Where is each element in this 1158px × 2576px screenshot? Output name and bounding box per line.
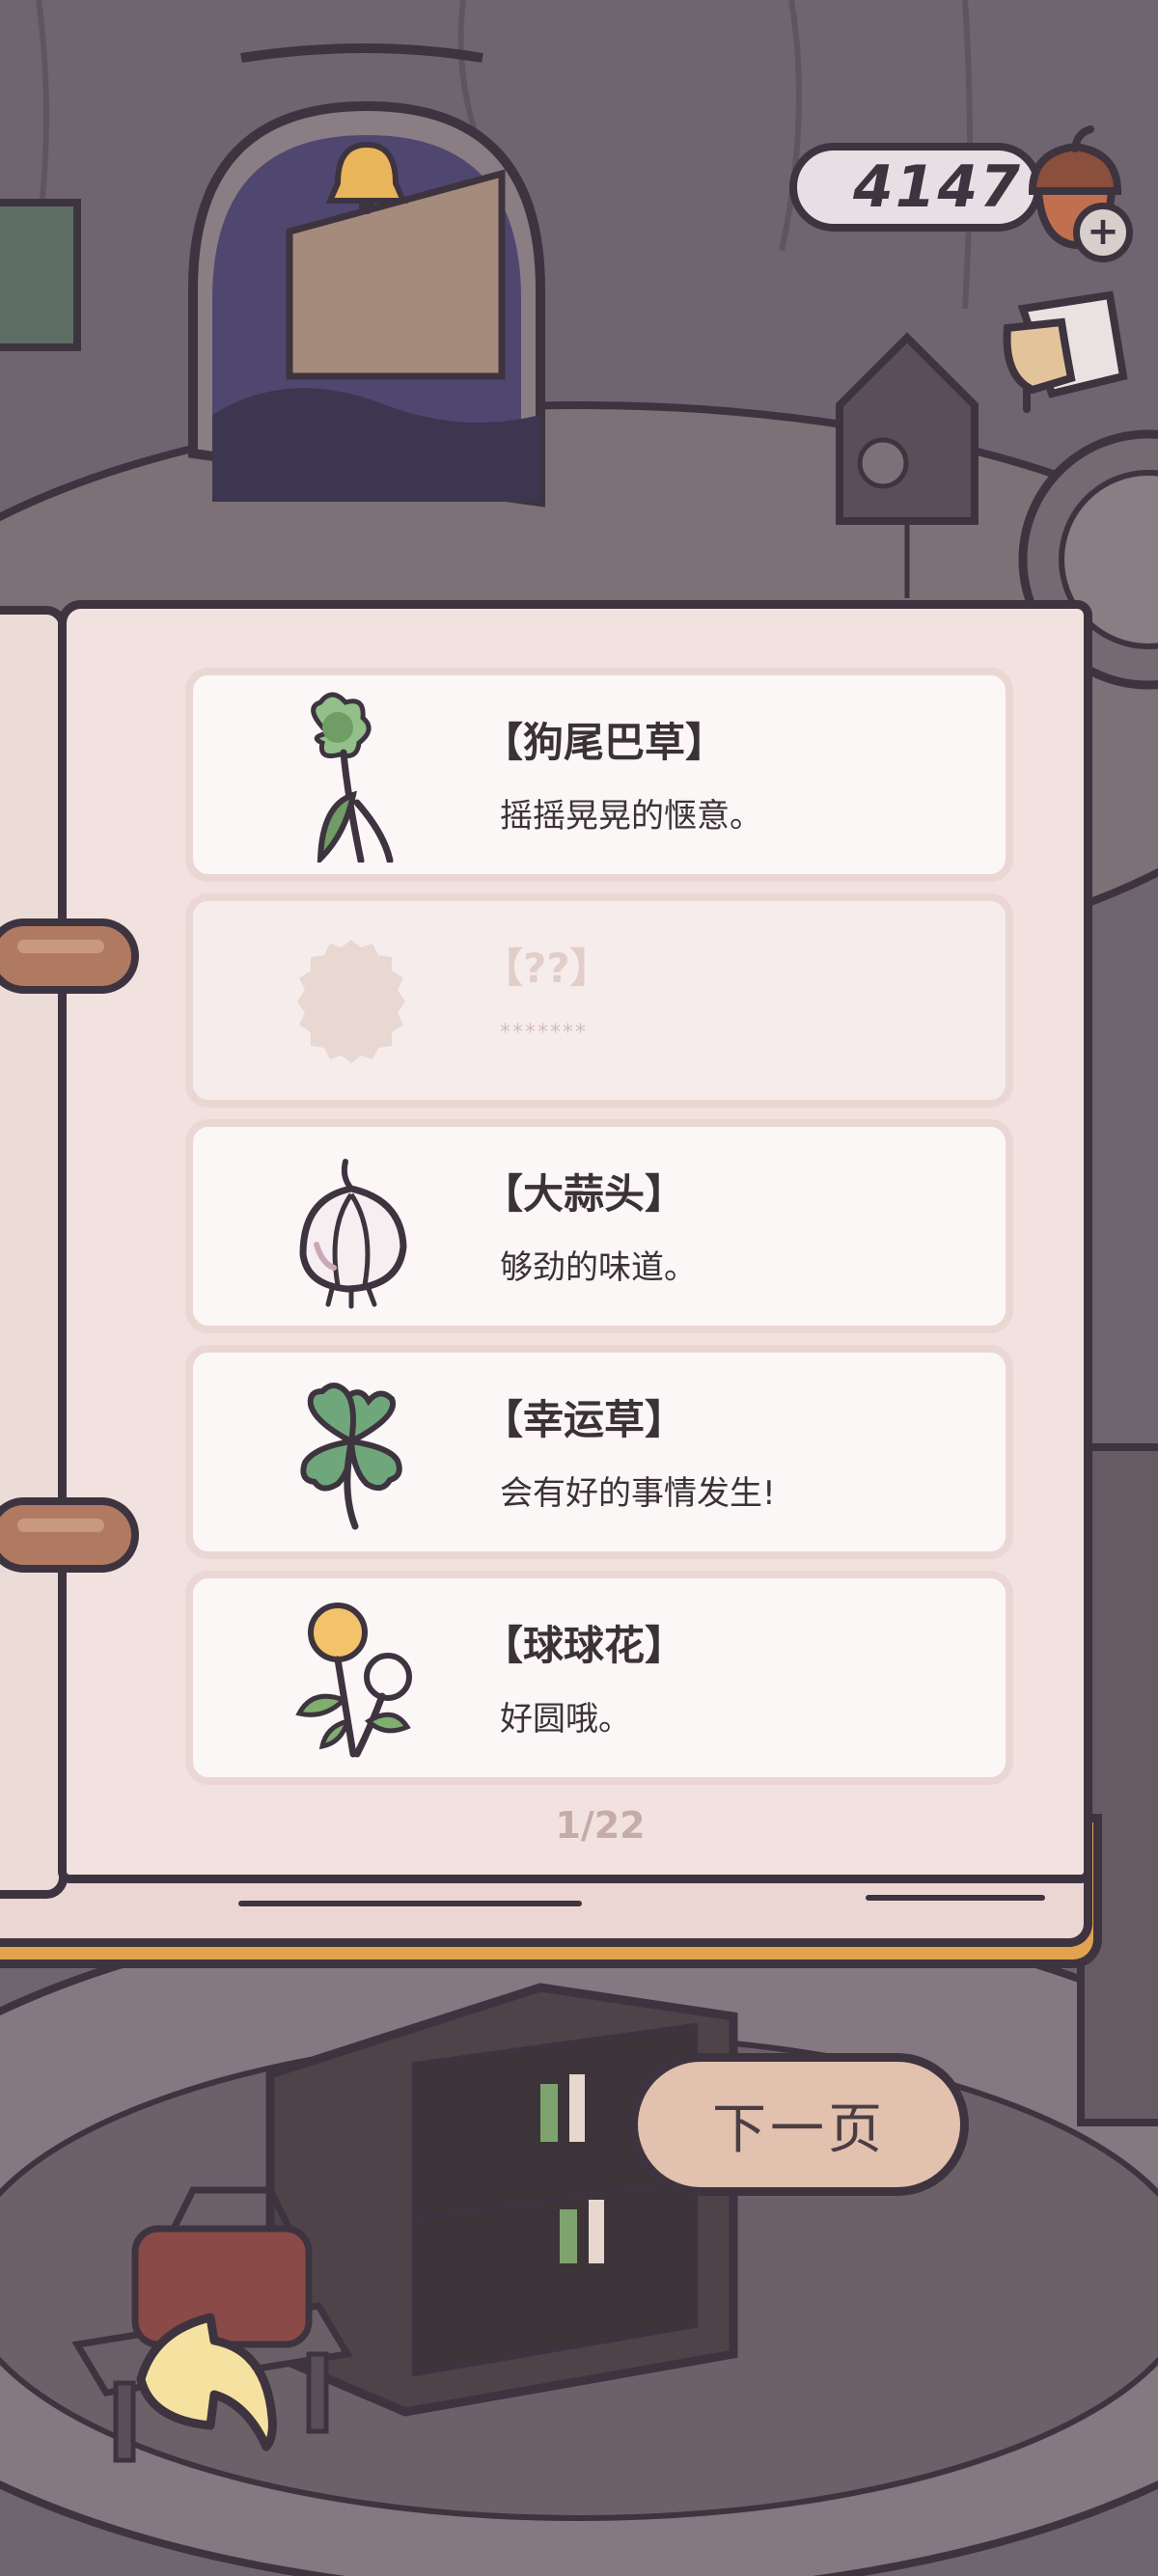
collection-entry[interactable]: 【大蒜头】 够劲的味道。 [185, 1119, 1013, 1333]
add-coin-button[interactable]: + [1073, 203, 1133, 262]
foxtail-grass-icon [311, 692, 394, 863]
coffee-mug-icon[interactable] [994, 289, 1129, 415]
entry-title: 【大蒜头】 [482, 1170, 686, 1218]
collection-entry-locked[interactable]: 【??】 ******* [185, 893, 1013, 1108]
collection-entry[interactable]: 【狗尾巴草】 摇摇晃晃的惬意。 [185, 668, 1013, 882]
four-leaf-clover-icon [300, 1383, 402, 1530]
entry-description: 会有好的事情发生! [500, 1474, 776, 1513]
entry-title: 【狗尾巴草】 [482, 719, 727, 766]
binder-ring [0, 1497, 139, 1573]
entry-description: 摇摇晃晃的惬意。 [500, 797, 762, 836]
entry-description: ******* [500, 1021, 588, 1045]
coin-amount: 4147 [853, 153, 1022, 221]
garlic-icon [299, 1159, 407, 1309]
coin-counter: 4147 [789, 143, 1042, 232]
entry-description: 好圆哦。 [500, 1700, 631, 1739]
unknown-silhouette-icon [297, 940, 405, 1063]
next-page-button[interactable]: 下一页 [629, 2053, 969, 2196]
collection-entry[interactable]: 【球球花】 好圆哦。 [185, 1571, 1013, 1785]
collection-entry[interactable]: 【幸运草】 会有好的事情发生! [185, 1345, 1013, 1559]
ball-flower-icon [295, 1603, 412, 1758]
plus-icon: + [1087, 208, 1119, 254]
back-arrow-icon[interactable] [122, 2312, 286, 2456]
next-page-label: 下一页 [712, 2097, 886, 2161]
page-indicator: 1/22 [555, 1804, 646, 1847]
binder-ring [0, 918, 139, 994]
entry-description: 够劲的味道。 [500, 1248, 697, 1287]
entry-title: 【??】 [482, 945, 611, 992]
entry-title: 【幸运草】 [482, 1396, 686, 1443]
entry-title: 【球球花】 [482, 1622, 686, 1669]
